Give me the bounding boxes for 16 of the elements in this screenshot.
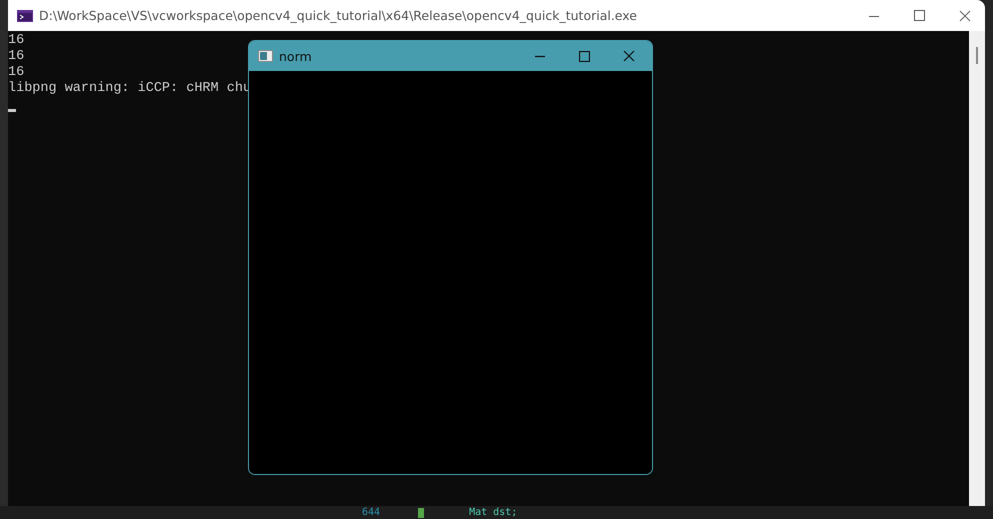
window-title: norm bbox=[279, 48, 312, 64]
close-icon[interactable] bbox=[623, 50, 635, 62]
console-icon bbox=[17, 10, 33, 22]
console-output-line: 16 bbox=[8, 49, 24, 64]
console-output-line: 16 bbox=[8, 65, 24, 80]
window-title: D:\WorkSpace\VS\vcworkspace\opencv4_quick_tutorial\x64\Release\opencv4_quick_tutorial.exe bbox=[39, 8, 637, 23]
code-line: Mat dst; bbox=[469, 506, 518, 518]
scrollbar-thumb[interactable] bbox=[976, 47, 978, 64]
change-marker bbox=[418, 508, 424, 518]
maximize-icon[interactable] bbox=[579, 50, 590, 62]
image-icon bbox=[258, 50, 273, 62]
line-number: 644 bbox=[362, 506, 380, 518]
console-output-line: 16 bbox=[8, 33, 24, 48]
scrollbar[interactable] bbox=[969, 31, 985, 506]
maximize-icon[interactable] bbox=[914, 10, 925, 21]
close-icon[interactable] bbox=[959, 10, 971, 22]
